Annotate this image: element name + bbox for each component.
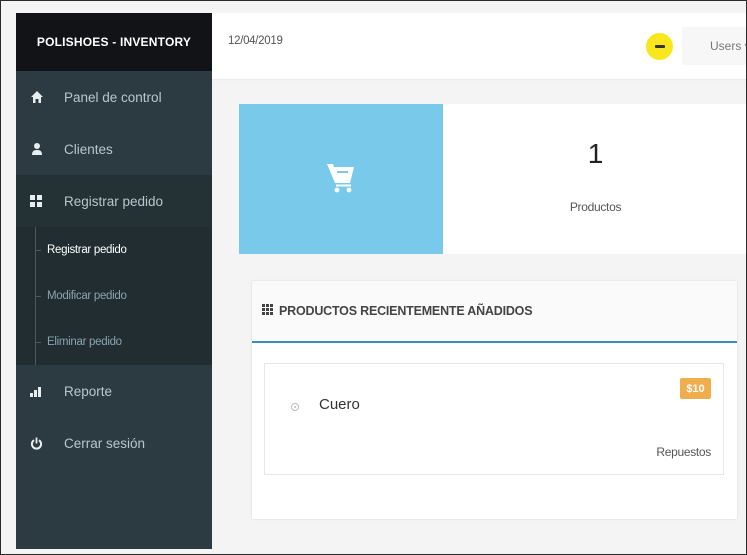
sidebar: POLISHOES - INVENTORY Panel de control C… (16, 13, 212, 549)
sidebar-item-panel-de-control[interactable]: Panel de control (16, 71, 212, 123)
top-navbar: 12/04/2019 Users ▾ (212, 13, 746, 79)
sidebar-item-label: Clientes (64, 141, 113, 157)
brand-logo[interactable]: POLISHOES - INVENTORY (16, 13, 212, 71)
sidebar-item-registrar-pedido[interactable]: Registrar pedido (16, 175, 212, 227)
submenu-registrar-pedido: Registrar pedido Modificar pedido Elimin… (16, 227, 212, 365)
users-dropdown[interactable]: Users ▾ (682, 27, 746, 65)
panel-header: PRODUCTOS RECIENTEMENTE AÑADIDOS (252, 281, 737, 343)
grid-icon (262, 302, 273, 320)
bullet-icon (291, 403, 299, 411)
list-item[interactable]: Cuero $10 Repuestos (264, 363, 724, 475)
product-name[interactable]: Cuero (319, 396, 360, 413)
sidebar-item-label: Registrar pedido (64, 193, 164, 209)
submenu-item-registrar-pedido[interactable]: Registrar pedido (16, 227, 212, 273)
products-count: 1 (587, 138, 604, 169)
submenu-item-eliminar-pedido[interactable]: Eliminar pedido (16, 319, 212, 365)
current-date: 12/04/2019 (228, 35, 283, 47)
avatar[interactable] (646, 33, 673, 60)
power-icon (30, 435, 50, 451)
products-stat-box: 1 Productos (239, 104, 746, 254)
products-label: Productos (569, 200, 622, 214)
sidebar-item-cerrar-sesion[interactable]: Cerrar sesión (16, 417, 212, 469)
price-badge: $10 (680, 378, 711, 399)
sidebar-item-label: Cerrar sesión (64, 435, 146, 451)
sidebar-item-clientes[interactable]: Clientes (16, 123, 212, 175)
grid-icon (30, 193, 50, 209)
sidebar-item-label: Reporte (64, 383, 113, 399)
panel-title: PRODUCTOS RECIENTEMENTE AÑADIDOS (279, 304, 533, 318)
recent-products-panel: PRODUCTOS RECIENTEMENTE AÑADIDOS Cuero $… (252, 281, 737, 519)
user-icon (30, 141, 50, 157)
app-window: POLISHOES - INVENTORY Panel de control C… (0, 0, 747, 555)
sidebar-item-reporte[interactable]: Reporte (16, 365, 212, 417)
sidebar-item-label: Panel de control (64, 89, 162, 105)
product-category: Repuestos (656, 445, 711, 459)
bar-chart-icon (30, 383, 50, 399)
submenu-item-modificar-pedido[interactable]: Modificar pedido (16, 273, 212, 319)
stat-icon-area (239, 104, 443, 254)
shopping-cart-icon (326, 161, 356, 198)
home-icon (30, 89, 50, 105)
